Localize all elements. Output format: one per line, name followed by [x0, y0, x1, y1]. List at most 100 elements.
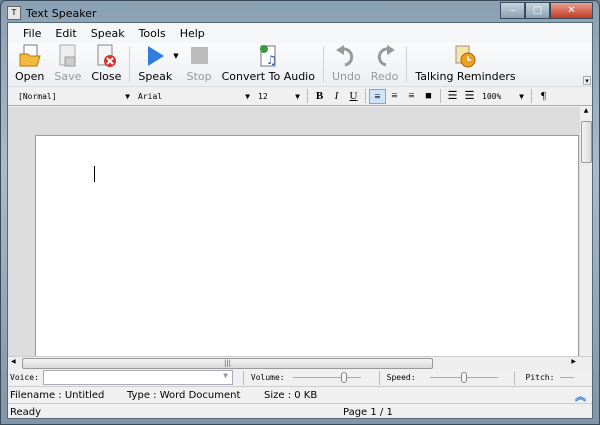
pitch-label: Pitch:: [525, 373, 555, 382]
menu-file[interactable]: File: [16, 27, 48, 40]
voice-select[interactable]: ▼: [42, 370, 233, 385]
app-client: File Edit Speak Tools Help Open Save Clo…: [7, 22, 593, 419]
chevron-down-icon: ▼: [125, 91, 130, 101]
font-value: Arial: [138, 91, 163, 101]
volume-slider[interactable]: [292, 372, 361, 383]
voice-bar: Voice: ▼ Volume: Speed: Pitch:: [8, 369, 592, 387]
speak-button[interactable]: Speak: [133, 42, 177, 86]
save-icon: [56, 44, 80, 68]
separator: [242, 370, 244, 385]
toolbar: Open Save Close Speak ▼ Stop ♫ Convert To…: [8, 43, 592, 87]
separator: [513, 370, 515, 385]
toolbar-overflow-icon[interactable]: ▾: [583, 76, 591, 85]
close-document-icon: [94, 44, 118, 68]
window-title: Text Speaker: [26, 6, 97, 20]
stop-label: Stop: [186, 70, 212, 83]
filename-text: Filename : Untitled: [10, 390, 105, 401]
undo-label: Undo: [331, 70, 361, 83]
scroll-left-icon[interactable]: ◀: [11, 358, 16, 365]
italic-button[interactable]: I: [328, 89, 345, 104]
bold-button[interactable]: B: [311, 89, 328, 104]
scroll-up-icon[interactable]: ▲: [580, 107, 592, 114]
collapse-up-icon[interactable]: ︽: [575, 388, 586, 404]
redo-button[interactable]: Redo: [366, 42, 404, 86]
document-page[interactable]: [35, 135, 579, 357]
convert-to-audio-button[interactable]: ♫ Convert To Audio: [217, 42, 320, 86]
volume-slider-thumb[interactable]: [340, 372, 347, 383]
close-label: Close: [91, 70, 122, 83]
undo-button[interactable]: Undo: [327, 42, 366, 86]
underline-button[interactable]: U: [345, 89, 362, 104]
scroll-right-icon[interactable]: ▶: [571, 358, 576, 365]
bullet-list-button[interactable]: ☰: [444, 89, 461, 104]
redo-icon: [373, 44, 397, 68]
menu-edit[interactable]: Edit: [48, 27, 83, 40]
zoom-select[interactable]: 100% ▼: [478, 92, 528, 101]
undo-icon: [334, 44, 358, 68]
horizontal-scroll-thumb[interactable]: |||: [22, 358, 433, 369]
menu-bar: File Edit Speak Tools Help: [8, 23, 592, 43]
stop-button[interactable]: Stop: [182, 42, 217, 86]
toolbar-separator: [129, 46, 131, 82]
file-size-text: Size : 0 KB: [264, 390, 318, 401]
maximize-button[interactable]: □: [525, 2, 550, 19]
vertical-scroll-thumb[interactable]: [581, 121, 592, 163]
separator: [307, 89, 308, 103]
pitch-slider[interactable]: [560, 377, 575, 378]
chevron-down-icon: ▼: [223, 371, 228, 380]
separator: [378, 370, 380, 385]
app-icon: T: [7, 6, 21, 20]
convert-label: Convert To Audio: [221, 70, 315, 83]
menu-tools[interactable]: Tools: [132, 27, 173, 40]
status-bar: Ready Page 1 / 1: [8, 405, 592, 420]
menu-speak[interactable]: Speak: [84, 27, 132, 40]
svg-text:♫: ♫: [266, 53, 277, 67]
menu-help[interactable]: Help: [173, 27, 212, 40]
close-button[interactable]: Close: [86, 42, 126, 86]
speed-slider-thumb[interactable]: [460, 372, 467, 383]
separator: [440, 89, 441, 103]
voice-label: Voice:: [10, 373, 39, 382]
status-text: Ready: [10, 407, 42, 418]
save-button[interactable]: Save: [49, 42, 86, 86]
title-bar: T Text Speaker: [7, 4, 97, 22]
separator: [365, 89, 366, 103]
speak-label: Speak: [138, 70, 173, 83]
chevron-down-icon: ▼: [245, 91, 250, 101]
style-value: [Normal]: [18, 91, 57, 101]
close-window-button[interactable]: ✕: [550, 2, 593, 19]
style-select[interactable]: [Normal] ▼: [14, 92, 134, 101]
separator: [531, 89, 532, 103]
page-indicator: Page 1 / 1: [343, 407, 393, 418]
show-formatting-button[interactable]: ¶: [535, 89, 552, 104]
reminders-label: Talking Reminders: [415, 70, 516, 83]
minimize-button[interactable]: –: [500, 2, 525, 19]
info-bar: Filename : Untitled Type : Word Document…: [8, 388, 592, 404]
font-size-select[interactable]: 12 ▼: [254, 92, 304, 101]
open-button[interactable]: Open: [10, 42, 49, 86]
editor-area: ▲: [8, 107, 592, 357]
align-right-button[interactable]: ≡: [386, 89, 403, 104]
speak-dropdown-icon[interactable]: ▼: [173, 52, 178, 60]
align-center-button[interactable]: ≡: [403, 89, 420, 104]
open-folder-icon: [18, 44, 42, 68]
speed-slider[interactable]: [429, 372, 498, 383]
play-icon: [143, 44, 167, 68]
justify-button[interactable]: ■: [420, 89, 437, 104]
stop-icon: [187, 44, 211, 68]
chevron-down-icon: ▼: [295, 91, 300, 101]
zoom-value: 100%: [482, 91, 502, 101]
file-type-text: Type : Word Document: [127, 390, 241, 401]
chevron-down-icon: ▼: [519, 91, 524, 101]
talking-reminders-button[interactable]: Talking Reminders: [410, 42, 520, 86]
align-left-button[interactable]: ≡: [369, 88, 386, 104]
redo-label: Redo: [370, 70, 399, 83]
font-size-value: 12: [258, 91, 268, 101]
save-label: Save: [54, 70, 82, 83]
font-select[interactable]: Arial ▼: [134, 92, 254, 101]
numbered-list-button[interactable]: ☰: [461, 89, 478, 104]
horizontal-scrollbar[interactable]: ◀ ||| ▶: [8, 356, 592, 369]
toolbar-separator: [322, 46, 324, 82]
vertical-scrollbar[interactable]: ▲: [579, 107, 592, 356]
audio-file-icon: ♫: [256, 44, 280, 68]
